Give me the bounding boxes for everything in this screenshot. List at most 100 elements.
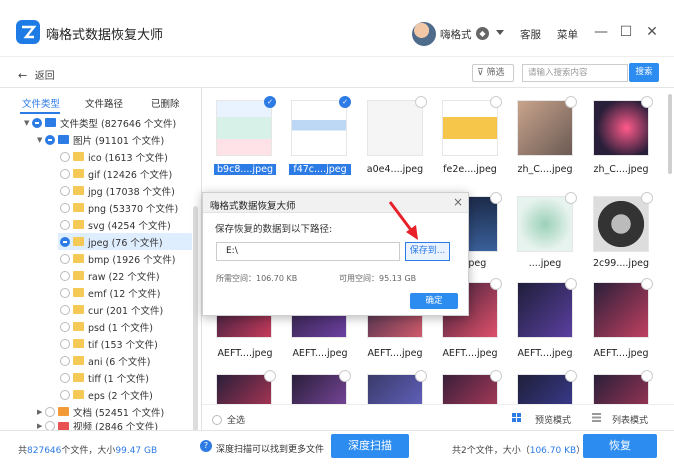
thumbnail[interactable] bbox=[593, 96, 653, 156]
radio-icon[interactable] bbox=[60, 168, 70, 179]
tree-node-tiff[interactable]: tiff (1 个文件) bbox=[60, 369, 149, 386]
checkbox-icon[interactable] bbox=[415, 96, 427, 108]
thumbnail[interactable] bbox=[593, 192, 653, 252]
checkbox-icon[interactable] bbox=[641, 370, 653, 382]
tree-node-gif[interactable]: gif (12426 个文件) bbox=[60, 165, 172, 182]
radio-icon[interactable] bbox=[212, 414, 222, 425]
tree-node-bmp[interactable]: bmp (1926 个文件) bbox=[60, 250, 175, 267]
select-all[interactable]: 全选 bbox=[212, 413, 245, 426]
checkbox-icon[interactable] bbox=[641, 192, 653, 204]
thumbnail[interactable] bbox=[593, 370, 653, 404]
checkbox-icon[interactable] bbox=[490, 96, 502, 108]
radio-icon[interactable] bbox=[32, 117, 42, 128]
thumbnail[interactable] bbox=[442, 96, 502, 156]
file-name[interactable]: AEFT....jpeg bbox=[514, 348, 576, 359]
checkbox-icon[interactable] bbox=[339, 370, 351, 382]
tree-node-emf[interactable]: emf (12 个文件) bbox=[60, 284, 160, 301]
tree-node-ani[interactable]: ani (6 个文件) bbox=[60, 352, 150, 369]
expand-icon[interactable]: ▶ bbox=[37, 422, 45, 430]
save-to-button[interactable]: 保存到... bbox=[405, 242, 450, 261]
radio-icon[interactable] bbox=[60, 338, 70, 349]
radio-icon[interactable] bbox=[45, 134, 55, 145]
file-name[interactable]: zh_C....jpeg bbox=[590, 164, 652, 175]
tree-node-ico[interactable]: ico (1613 个文件) bbox=[60, 148, 168, 165]
radio-icon[interactable] bbox=[60, 287, 70, 298]
checkbox-icon[interactable] bbox=[641, 278, 653, 290]
tree-node-images[interactable]: ▼ 图片 (91101 个文件) bbox=[37, 131, 164, 148]
maximize-icon[interactable]: ☐ bbox=[616, 22, 636, 42]
grid-view-icon[interactable] bbox=[512, 413, 521, 422]
filter-button[interactable]: ⊽ 筛选 bbox=[472, 64, 514, 82]
checkbox-icon[interactable] bbox=[641, 96, 653, 108]
thumbnail[interactable] bbox=[517, 370, 577, 404]
radio-icon[interactable] bbox=[60, 253, 70, 264]
thumbnail[interactable]: ✓ bbox=[291, 96, 351, 156]
thumbnail[interactable] bbox=[517, 278, 577, 338]
chevron-down-icon[interactable] bbox=[496, 30, 504, 35]
tree-node-jpg[interactable]: jpg (17038 个文件) bbox=[60, 182, 175, 199]
radio-icon[interactable] bbox=[45, 406, 55, 417]
radio-icon[interactable] bbox=[60, 270, 70, 281]
checkbox-icon[interactable] bbox=[565, 96, 577, 108]
tree-node-cur[interactable]: cur (201 个文件) bbox=[60, 301, 163, 318]
thumbnail[interactable] bbox=[367, 96, 427, 156]
thumbnail[interactable]: ✓ bbox=[216, 96, 276, 156]
expand-icon[interactable]: ▼ bbox=[37, 136, 45, 144]
radio-icon[interactable] bbox=[60, 185, 70, 196]
service-link[interactable]: 客服 bbox=[520, 27, 541, 42]
file-name[interactable]: AEFT....jpeg bbox=[214, 348, 276, 359]
radio-icon[interactable] bbox=[60, 389, 70, 400]
tree-node-psd[interactable]: psd (1 个文件) bbox=[60, 318, 153, 335]
thumbnail[interactable] bbox=[593, 278, 653, 338]
back-button[interactable]: ← 返回 bbox=[18, 67, 55, 82]
file-name[interactable]: ....jpeg bbox=[514, 258, 576, 269]
checkbox-icon[interactable] bbox=[415, 370, 427, 382]
tree-node-tif[interactable]: tif (153 个文件) bbox=[60, 335, 158, 352]
deep-scan-button[interactable]: 深度扫描 bbox=[331, 434, 409, 458]
checkbox-icon[interactable] bbox=[490, 192, 502, 204]
ok-button[interactable]: 确定 bbox=[410, 293, 458, 309]
file-name[interactable]: 2c99....jpeg bbox=[590, 258, 652, 269]
recover-button[interactable]: 恢复 bbox=[583, 434, 657, 458]
close-icon[interactable]: × bbox=[453, 195, 463, 209]
thumbnail[interactable] bbox=[291, 370, 351, 404]
list-view-icon[interactable] bbox=[592, 413, 601, 422]
minimize-icon[interactable]: — bbox=[591, 22, 611, 42]
checkbox-icon[interactable] bbox=[565, 192, 577, 204]
file-name[interactable]: fe2e....jpeg bbox=[439, 164, 501, 175]
thumbnail[interactable] bbox=[517, 192, 577, 252]
checkbox-icon[interactable] bbox=[565, 370, 577, 382]
tree-node-raw[interactable]: raw (22 个文件) bbox=[60, 267, 160, 284]
file-name[interactable]: AEFT....jpeg bbox=[289, 348, 351, 359]
list-mode-button[interactable]: 列表模式 bbox=[612, 413, 648, 426]
file-name[interactable]: AEFT....jpeg bbox=[590, 348, 652, 359]
file-name[interactable]: b9c8....jpeg bbox=[214, 164, 276, 175]
grid-scrollbar[interactable] bbox=[668, 94, 672, 174]
expand-icon[interactable]: ▶ bbox=[37, 408, 45, 416]
radio-icon[interactable] bbox=[60, 321, 70, 332]
radio-icon[interactable] bbox=[60, 202, 70, 213]
tree-node-jpeg[interactable]: jpeg (76 个文件) bbox=[58, 233, 192, 250]
thumbnail[interactable] bbox=[517, 96, 577, 156]
tab-file-path[interactable]: 文件路径 bbox=[85, 96, 123, 110]
help-icon[interactable]: ? bbox=[200, 440, 212, 452]
radio-icon[interactable] bbox=[60, 219, 70, 230]
thumbnail[interactable] bbox=[216, 370, 276, 404]
file-name[interactable]: AEFT....jpeg bbox=[364, 348, 426, 359]
checkbox-icon[interactable]: ✓ bbox=[264, 96, 276, 108]
sidebar-scrollbar[interactable] bbox=[193, 206, 198, 444]
avatar[interactable] bbox=[412, 22, 436, 46]
checkbox-icon[interactable] bbox=[490, 370, 502, 382]
thumbnail[interactable] bbox=[442, 370, 502, 404]
thumbnail[interactable] bbox=[367, 370, 427, 404]
tree-node-svg[interactable]: svg (4254 个文件) bbox=[60, 216, 171, 233]
tree-node-docs[interactable]: ▶ 文档 (52451 个文件) bbox=[37, 403, 164, 420]
tab-file-type[interactable]: 文件类型 bbox=[22, 96, 60, 110]
checkbox-icon[interactable] bbox=[565, 278, 577, 290]
checkbox-icon[interactable]: ✓ bbox=[339, 96, 351, 108]
radio-icon[interactable] bbox=[60, 151, 70, 162]
radio-icon[interactable] bbox=[60, 355, 70, 366]
file-name[interactable]: a0e4....jpeg bbox=[364, 164, 426, 175]
search-input[interactable]: 请输入搜索内容 bbox=[522, 64, 628, 82]
menu-link[interactable]: 菜单 bbox=[557, 27, 578, 42]
